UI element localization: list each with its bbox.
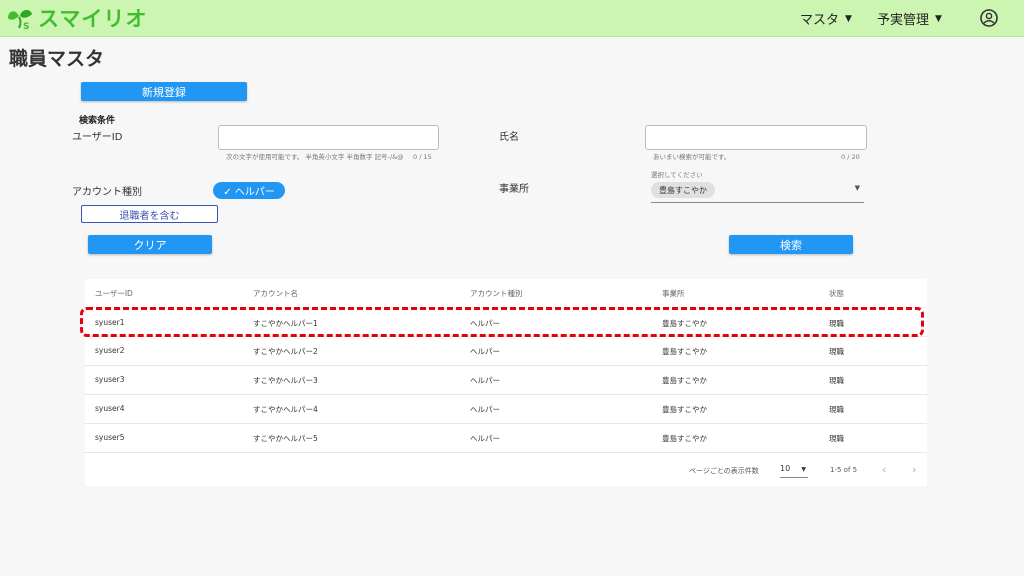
leaf-logo-icon: S (8, 10, 32, 30)
caret-down-icon: ▼ (845, 13, 852, 24)
office-label: 事業所 (499, 184, 529, 195)
row-divider (85, 365, 927, 366)
caret-down-icon: ▼ (801, 466, 806, 473)
menu-master[interactable]: マスタ ▼ (800, 9, 852, 28)
cell-office: 豊島すこやか (662, 434, 707, 443)
cell-account-name: すこやかヘルパー4 (253, 405, 318, 414)
chevron-left-icon[interactable]: ‹ (882, 463, 886, 476)
cell-status: 現職 (829, 376, 844, 385)
menu-budget[interactable]: 予実管理 ▼ (877, 9, 942, 28)
svg-text:S: S (23, 22, 29, 30)
office-selected-chip: 豊島すこやか (651, 182, 715, 198)
cell-user-id: syuser2 (95, 346, 125, 355)
pagination-range: 1-5 of 5 (830, 466, 858, 474)
cell-account-name: すこやかヘルパー2 (253, 347, 318, 356)
top-bar: S スマイリオ マスタ ▼ 予実管理 ▼ (0, 0, 1024, 37)
user-id-counter: 0 / 15 (413, 153, 432, 161)
user-id-input[interactable] (218, 125, 439, 150)
cell-status: 現職 (829, 434, 844, 443)
cell-account-name: すこやかヘルパー5 (253, 434, 318, 443)
name-counter: 0 / 20 (841, 153, 860, 161)
app-name: スマイリオ (38, 7, 148, 31)
header-account-name[interactable]: アカウント名 (253, 288, 298, 299)
search-section-title: 検索条件 (79, 116, 116, 126)
cell-status: 現職 (829, 347, 844, 356)
menu-master-label: マスタ (800, 13, 840, 28)
cell-office: 豊島すこやか (662, 376, 707, 385)
rows-per-page-label: ページごとの表示件数 (689, 467, 759, 475)
include-retired-button[interactable]: 退職者を含む (81, 205, 218, 223)
register-button[interactable]: 新規登録 (81, 82, 247, 101)
cell-account-type: ヘルパー (470, 376, 500, 385)
menu-budget-label: 予実管理 (877, 13, 930, 28)
caret-down-icon: ▼ (854, 184, 860, 192)
header-status[interactable]: 状態 (829, 288, 844, 299)
row-divider (85, 452, 927, 453)
cell-office: 豊島すこやか (662, 405, 707, 414)
user-id-hint: 次の文字が使用可能です。 半角英小文字 半角数字 記号-/&@ (226, 153, 404, 161)
cell-user-id: syuser4 (95, 404, 125, 413)
page-title: 職員マスタ (9, 48, 105, 70)
rows-per-page-value: 10 (780, 464, 791, 473)
app-logo[interactable]: S スマイリオ (6, 4, 147, 32)
header-office[interactable]: 事業所 (662, 288, 685, 299)
cell-account-name: すこやかヘルパー3 (253, 376, 318, 385)
header-account-type[interactable]: アカウント種別 (470, 288, 523, 299)
cell-account-type: ヘルパー (470, 434, 500, 443)
cell-status: 現職 (829, 405, 844, 414)
account-type-chip-helper[interactable]: ✓ ヘルパー (213, 182, 285, 199)
name-input[interactable] (645, 125, 867, 150)
office-select[interactable]: 豊島すこやか ▼ (651, 180, 864, 203)
account-circle-icon[interactable] (979, 8, 999, 32)
cell-account-type: ヘルパー (470, 347, 500, 356)
user-id-label: ユーザーID (72, 132, 123, 143)
cell-user-id: syuser3 (95, 375, 125, 384)
cell-user-id: syuser5 (95, 433, 125, 442)
rows-per-page-select[interactable]: 10 ▼ (780, 464, 808, 478)
caret-down-icon: ▼ (935, 13, 942, 24)
office-placeholder: 選択してください (651, 171, 703, 179)
cell-account-type: ヘルパー (470, 405, 500, 414)
row-divider (85, 423, 927, 424)
name-label: 氏名 (499, 132, 519, 143)
account-type-label: アカウント種別 (72, 187, 142, 198)
cell-office: 豊島すこやか (662, 347, 707, 356)
header-user-id[interactable]: ユーザーID (95, 288, 133, 299)
clear-button[interactable]: クリア (88, 235, 212, 254)
chevron-right-icon[interactable]: › (912, 463, 916, 476)
name-hint: あいまい検索が可能です。 (653, 153, 731, 161)
highlight-annotation (80, 307, 924, 337)
row-divider (85, 394, 927, 395)
search-button[interactable]: 検索 (729, 235, 853, 254)
